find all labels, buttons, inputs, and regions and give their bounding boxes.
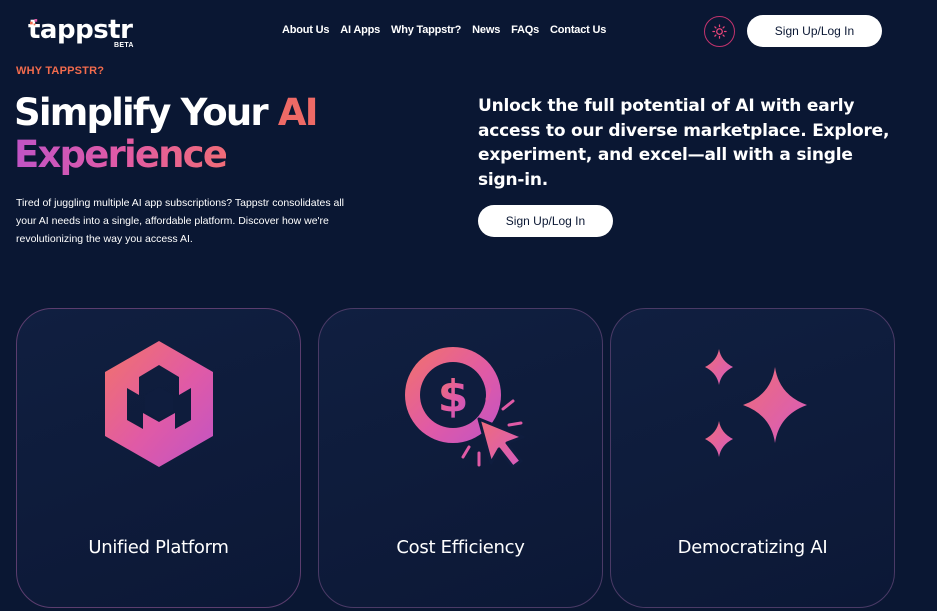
brand-name: tappstr xyxy=(28,15,133,45)
hero-lead-text: Unlock the full potential of AI with ear… xyxy=(478,96,890,190)
sparkles-icon xyxy=(704,349,807,457)
hero-headline: Simplify Your AI Experience xyxy=(14,91,319,176)
brand-logo[interactable]: tappstr BETA xyxy=(28,15,133,49)
section-eyebrow: WHY TAPPSTR? xyxy=(16,65,105,77)
nav-contact-us[interactable]: Contact Us xyxy=(550,24,606,36)
headline-ai: AI xyxy=(277,91,319,134)
signup-login-button-hero[interactable]: Sign Up/Log In xyxy=(478,205,613,237)
nav-faqs[interactable]: FAQs xyxy=(511,24,539,36)
feature-title: Unified Platform xyxy=(88,537,229,558)
nav-about-us[interactable]: About Us xyxy=(282,24,329,36)
hero-description: Tired of juggling multiple AI app subscr… xyxy=(16,197,345,245)
feature-card-unified-platform: Unified Platform xyxy=(16,308,301,608)
feature-card-democratizing-ai: Democratizing AI xyxy=(610,308,895,608)
signup-login-button-header[interactable]: Sign Up/Log In xyxy=(747,15,882,47)
cube-icon xyxy=(104,341,213,467)
logo-spark-icon xyxy=(30,19,38,26)
main-nav: About Us AI Apps Why Tappstr? News FAQs … xyxy=(282,24,606,36)
nav-news[interactable]: News xyxy=(472,24,500,36)
beta-badge: BETA xyxy=(114,42,134,49)
feature-title: Cost Efficiency xyxy=(396,537,525,558)
headline-experience: Experience xyxy=(14,133,228,176)
feature-card-cost-efficiency: $ Cost Efficiency xyxy=(318,308,603,608)
feature-title: Democratizing AI xyxy=(677,537,828,558)
headline-simplify: Simplify Your xyxy=(14,91,278,134)
sun-icon xyxy=(712,24,727,39)
dollar-click-icon: $ xyxy=(404,347,524,469)
nav-ai-apps[interactable]: AI Apps xyxy=(340,24,380,36)
svg-text:$: $ xyxy=(437,371,468,422)
nav-why-tappstr[interactable]: Why Tappstr? xyxy=(391,24,461,36)
theme-toggle-button[interactable] xyxy=(704,16,735,47)
